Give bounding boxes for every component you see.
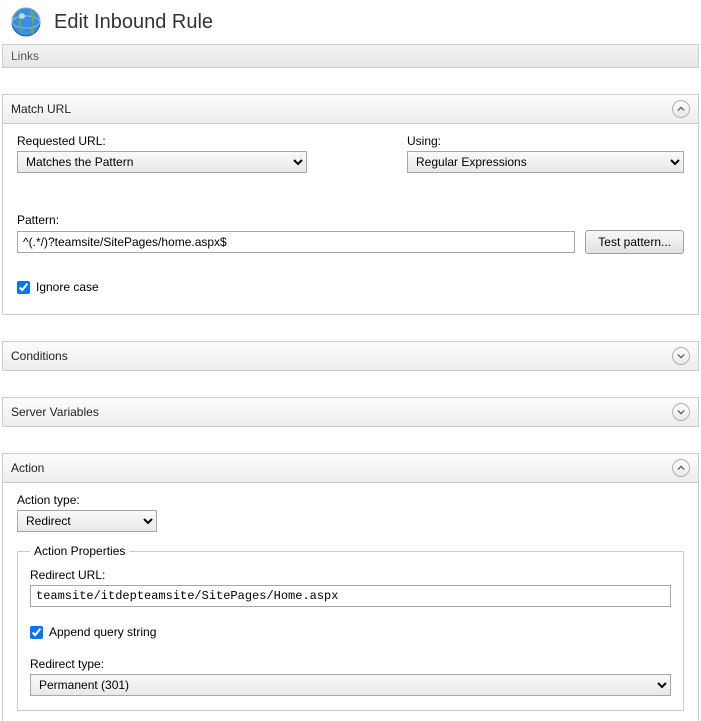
redirect-url-label: Redirect URL: — [30, 568, 671, 582]
section-header-server-variables[interactable]: Server Variables — [2, 397, 699, 427]
requested-url-label: Requested URL: — [17, 134, 307, 148]
chevron-down-icon[interactable] — [672, 347, 690, 365]
links-label: Links — [11, 49, 39, 63]
section-header-conditions[interactable]: Conditions — [2, 341, 699, 371]
test-pattern-button[interactable]: Test pattern... — [585, 230, 684, 254]
globe-icon — [10, 6, 42, 38]
section-title: Conditions — [11, 349, 68, 363]
page-header: Edit Inbound Rule — [0, 0, 701, 44]
ignore-case-checkbox[interactable] — [17, 281, 30, 294]
action-properties-legend: Action Properties — [30, 544, 129, 558]
chevron-down-icon[interactable] — [672, 403, 690, 421]
append-query-checkbox[interactable] — [30, 626, 43, 639]
chevron-up-icon[interactable] — [672, 100, 690, 118]
pattern-label: Pattern: — [17, 213, 684, 227]
redirect-url-input[interactable] — [30, 585, 671, 607]
pattern-input[interactable] — [17, 231, 575, 253]
using-label: Using: — [407, 134, 684, 148]
page-title: Edit Inbound Rule — [54, 11, 213, 34]
section-body-match-url: Requested URL: Matches the Pattern Using… — [2, 124, 699, 315]
section-title: Action — [11, 461, 44, 475]
ignore-case-label: Ignore case — [36, 280, 99, 294]
section-body-action: Action type: Redirect Action Properties … — [2, 483, 699, 721]
action-type-label: Action type: — [17, 493, 157, 507]
section-header-action[interactable]: Action — [2, 453, 699, 483]
section-title: Match URL — [11, 102, 71, 116]
redirect-type-label: Redirect type: — [30, 657, 671, 671]
section-header-match-url[interactable]: Match URL — [2, 94, 699, 124]
requested-url-select[interactable]: Matches the Pattern — [17, 151, 307, 173]
append-query-label: Append query string — [49, 625, 156, 639]
redirect-type-select[interactable]: Permanent (301) — [30, 674, 671, 696]
section-title: Server Variables — [11, 405, 99, 419]
action-properties-group: Action Properties Redirect URL: Append q… — [17, 544, 684, 711]
links-bar[interactable]: Links — [2, 44, 699, 68]
using-select[interactable]: Regular Expressions — [407, 151, 684, 173]
action-type-select[interactable]: Redirect — [17, 510, 157, 532]
chevron-up-icon[interactable] — [672, 459, 690, 477]
